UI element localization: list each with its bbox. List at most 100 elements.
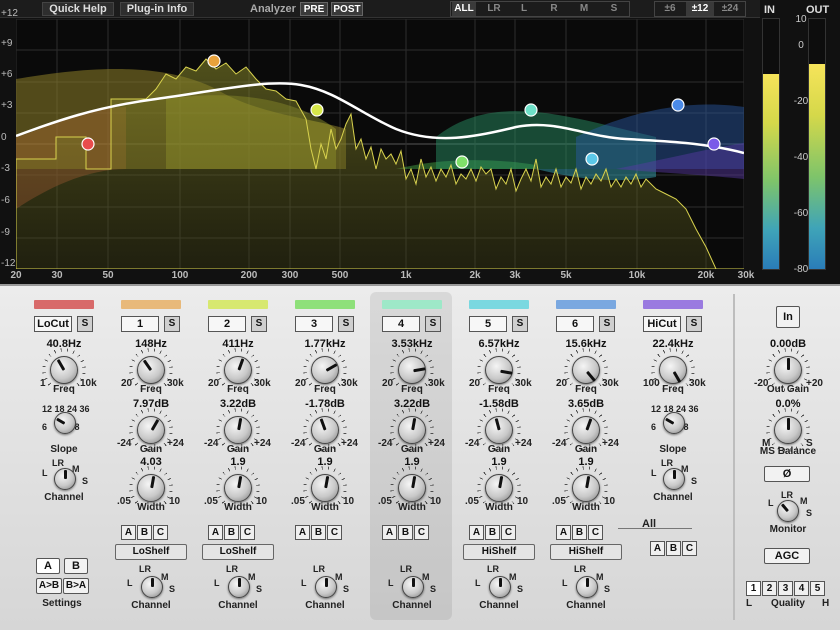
band-node-6[interactable] <box>585 152 599 166</box>
slope-knob[interactable] <box>663 412 685 434</box>
plugin-info-button[interactable]: Plug-in Info <box>120 2 194 16</box>
band-4-solo[interactable]: S <box>425 316 441 332</box>
a-button[interactable]: A <box>556 525 571 540</box>
shelf-toggle[interactable]: LoShelf <box>115 544 187 560</box>
freq-knob[interactable] <box>137 356 165 384</box>
shelf-toggle[interactable]: HiShelf <box>463 544 535 560</box>
all-c-button[interactable]: C <box>682 541 697 556</box>
band-5-toggle[interactable]: 5 <box>469 316 507 332</box>
band-node-8[interactable] <box>707 137 721 151</box>
width-knob[interactable] <box>485 474 513 502</box>
channel-knob[interactable] <box>141 576 163 598</box>
band-3-solo[interactable]: S <box>338 316 354 332</box>
mode-l[interactable]: L <box>514 2 534 16</box>
c-button[interactable]: C <box>588 525 603 540</box>
settings-a-button[interactable]: A <box>36 558 60 574</box>
gain-knob[interactable] <box>485 416 513 444</box>
a-button[interactable]: A <box>208 525 223 540</box>
band-1-toggle[interactable]: 1 <box>121 316 159 332</box>
a-button[interactable]: A <box>295 525 310 540</box>
freq-knob[interactable] <box>572 356 600 384</box>
c-button[interactable]: C <box>414 525 429 540</box>
settings-b-button[interactable]: B <box>64 558 88 574</box>
band-2-solo[interactable]: S <box>251 316 267 332</box>
channel-knob[interactable] <box>228 576 250 598</box>
mode-r[interactable]: R <box>544 2 564 16</box>
band-2-toggle[interactable]: 2 <box>208 316 246 332</box>
band-7-solo[interactable]: S <box>686 316 702 332</box>
freq-knob[interactable] <box>485 356 513 384</box>
a-button[interactable]: A <box>121 525 136 540</box>
gain-knob[interactable] <box>398 416 426 444</box>
c-button[interactable]: C <box>327 525 342 540</box>
quality-5-button[interactable]: 5 <box>810 581 825 596</box>
width-knob[interactable] <box>572 474 600 502</box>
gain-knob[interactable] <box>137 416 165 444</box>
out-gain-knob[interactable] <box>774 356 802 384</box>
freq-knob[interactable] <box>224 356 252 384</box>
in-bypass-button[interactable]: In <box>776 306 800 328</box>
width-knob[interactable] <box>311 474 339 502</box>
ms-balance-knob[interactable] <box>774 416 802 444</box>
gain-knob[interactable] <box>311 416 339 444</box>
eq-graph[interactable] <box>16 19 744 269</box>
width-knob[interactable] <box>224 474 252 502</box>
channel-knob[interactable] <box>402 576 424 598</box>
width-knob[interactable] <box>137 474 165 502</box>
a-button[interactable]: A <box>469 525 484 540</box>
monitor-knob[interactable] <box>777 500 799 522</box>
band-lowcut-solo[interactable]: S <box>77 316 93 332</box>
analyzer-post-toggle[interactable]: POST <box>331 2 363 16</box>
gain-knob[interactable] <box>224 416 252 444</box>
band-node-1[interactable] <box>81 137 95 151</box>
mode-all[interactable]: ALL <box>452 2 476 16</box>
b-button[interactable]: B <box>572 525 587 540</box>
slope-knob[interactable] <box>54 412 76 434</box>
b-button[interactable]: B <box>311 525 326 540</box>
channel-knob[interactable] <box>54 468 76 490</box>
band-7-toggle[interactable]: HiCut <box>643 316 681 332</box>
phase-invert-button[interactable]: Ø <box>764 466 810 482</box>
channel-knob[interactable] <box>576 576 598 598</box>
copy-a-to-b-button[interactable]: A>B <box>36 578 62 594</box>
copy-b-to-a-button[interactable]: B>A <box>63 578 89 594</box>
band-lowcut-toggle[interactable]: LoCut <box>34 316 72 332</box>
channel-knob[interactable] <box>315 576 337 598</box>
band-4-toggle[interactable]: 4 <box>382 316 420 332</box>
band-node-5[interactable] <box>524 103 538 117</box>
quality-4-button[interactable]: 4 <box>794 581 809 596</box>
range-6[interactable]: ±6 <box>657 2 683 16</box>
all-b-button[interactable]: B <box>666 541 681 556</box>
band-node-7[interactable] <box>671 98 685 112</box>
band-6-toggle[interactable]: 6 <box>556 316 594 332</box>
range-12[interactable]: ±12 <box>686 2 714 16</box>
mode-m[interactable]: M <box>574 2 594 16</box>
channel-knob[interactable] <box>663 468 685 490</box>
band-5-solo[interactable]: S <box>512 316 528 332</box>
band-node-3[interactable] <box>310 103 324 117</box>
b-button[interactable]: B <box>485 525 500 540</box>
quick-help-button[interactable]: Quick Help <box>42 2 114 16</box>
band-1-solo[interactable]: S <box>164 316 180 332</box>
b-button[interactable]: B <box>224 525 239 540</box>
mode-lr[interactable]: LR <box>482 2 506 16</box>
c-button[interactable]: C <box>153 525 168 540</box>
quality-1-button[interactable]: 1 <box>746 581 761 596</box>
width-knob[interactable] <box>398 474 426 502</box>
a-button[interactable]: A <box>382 525 397 540</box>
mode-s[interactable]: S <box>604 2 624 16</box>
b-button[interactable]: B <box>398 525 413 540</box>
range-24[interactable]: ±24 <box>716 2 744 16</box>
band-node-4[interactable] <box>455 155 469 169</box>
quality-2-button[interactable]: 2 <box>762 581 777 596</box>
band-node-2[interactable] <box>207 54 221 68</box>
band-3-toggle[interactable]: 3 <box>295 316 333 332</box>
channel-knob[interactable] <box>489 576 511 598</box>
gain-knob[interactable] <box>572 416 600 444</box>
b-button[interactable]: B <box>137 525 152 540</box>
analyzer-pre-toggle[interactable]: PRE <box>300 2 328 16</box>
freq-knob[interactable] <box>311 356 339 384</box>
shelf-toggle[interactable]: LoShelf <box>202 544 274 560</box>
freq-knob[interactable] <box>398 356 426 384</box>
c-button[interactable]: C <box>501 525 516 540</box>
